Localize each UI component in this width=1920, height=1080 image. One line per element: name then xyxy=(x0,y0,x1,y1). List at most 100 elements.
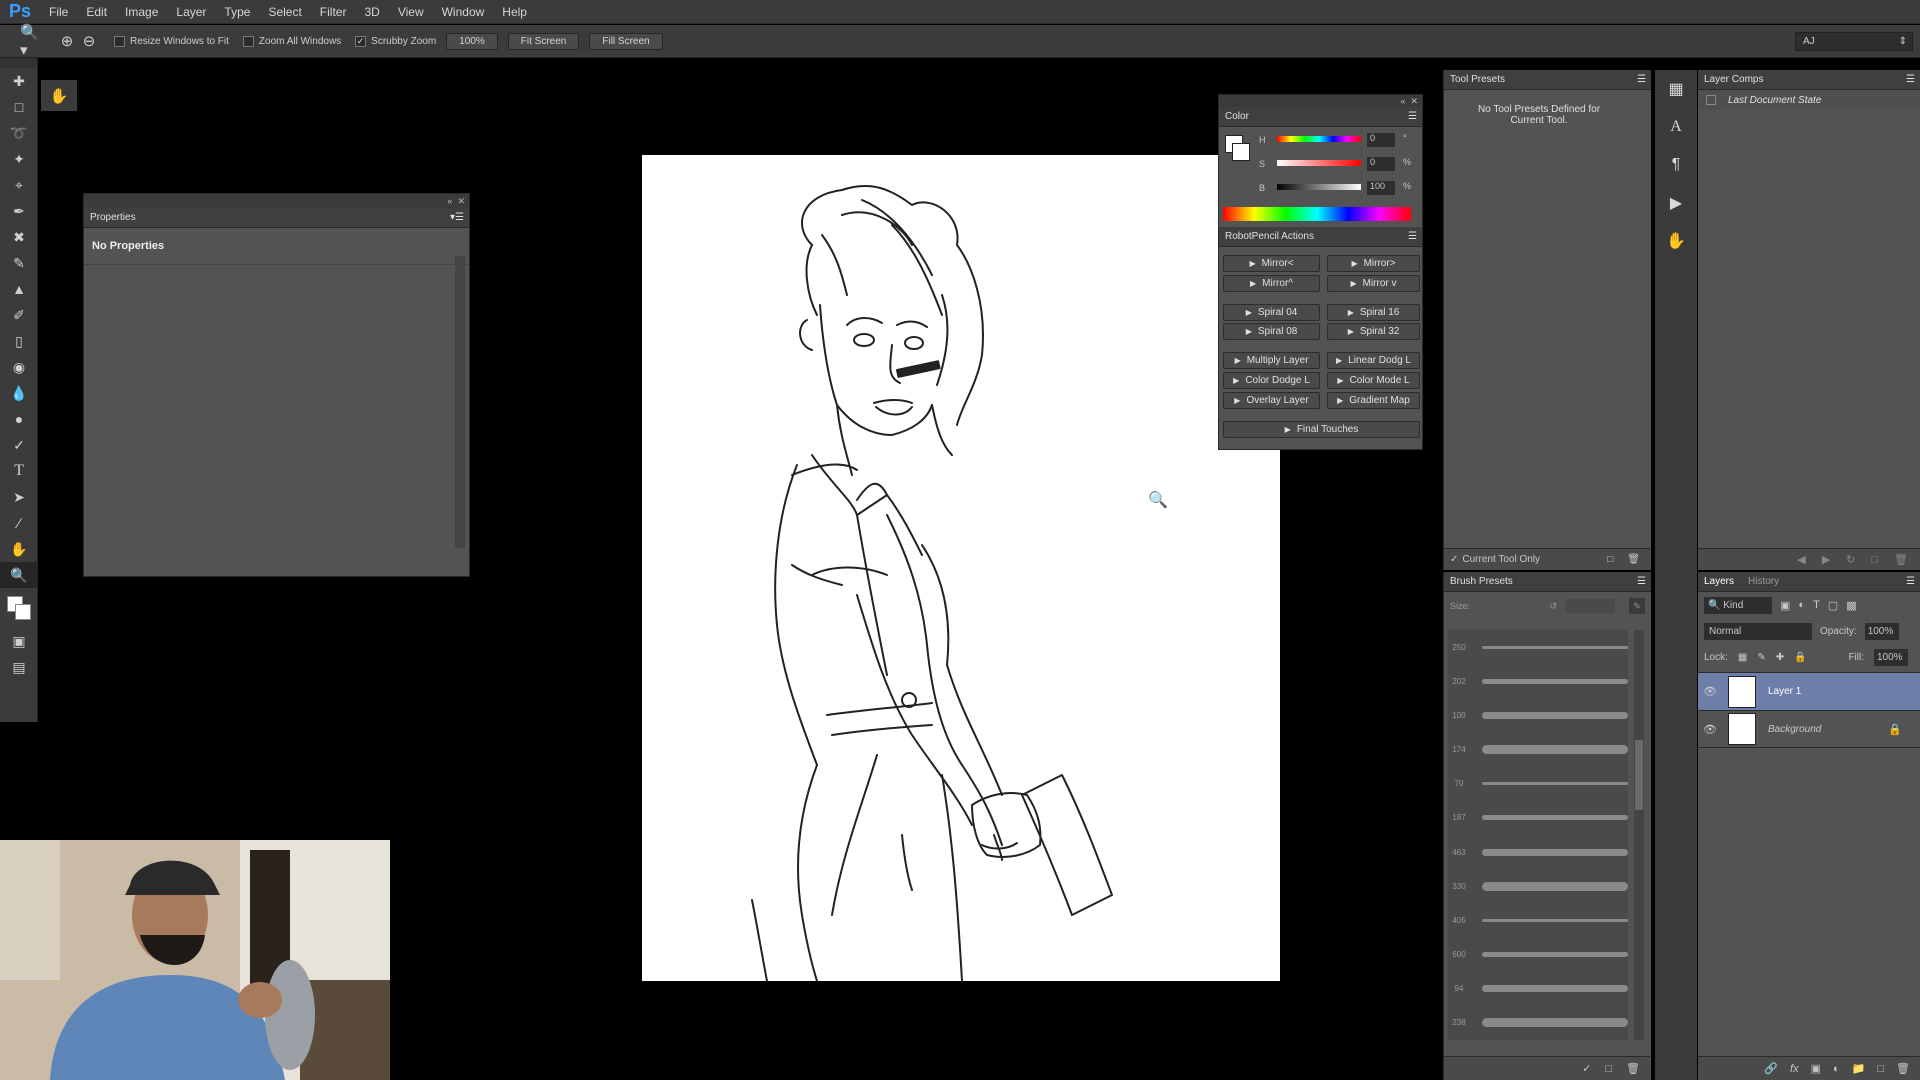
quick-mask-icon[interactable]: ▣ xyxy=(0,628,38,654)
action-overlay-layer[interactable]: ▶ Overlay Layer xyxy=(1223,392,1320,409)
collapse-icon[interactable]: « xyxy=(1400,96,1405,106)
update-comp-icon[interactable]: ↻ xyxy=(1846,553,1855,566)
visibility-eye-icon[interactable]: 👁 xyxy=(1698,685,1722,698)
pixel-filter-icon[interactable]: ▣ xyxy=(1780,599,1790,612)
opacity-field[interactable]: 100% xyxy=(1864,622,1899,640)
hand-tool-flyout-icon[interactable]: ✋ xyxy=(41,80,77,111)
fill-field[interactable]: 100% xyxy=(1874,648,1908,666)
type-tool-icon[interactable]: T xyxy=(0,458,38,484)
panel-menu-icon[interactable]: ☰ xyxy=(1637,74,1646,85)
smart-object-filter-icon[interactable]: ▩ xyxy=(1846,599,1856,612)
new-preset-icon[interactable]: □ xyxy=(1607,554,1613,565)
zoom-tool-preset-icon[interactable]: 🔍▾ xyxy=(20,24,42,59)
action-mirror-down[interactable]: ▶ Mirror v xyxy=(1327,275,1420,292)
brush-scroll-thumb[interactable] xyxy=(1635,740,1643,810)
adjustment-layer-icon[interactable]: ◐ xyxy=(1833,1063,1840,1075)
next-comp-icon[interactable]: ▶ xyxy=(1822,553,1830,566)
dodge-tool-icon[interactable]: ● xyxy=(0,406,38,432)
action-gradient-map[interactable]: ▶ Gradient Map xyxy=(1327,392,1420,409)
lasso-tool-icon[interactable]: ➰ xyxy=(0,120,38,146)
menu-edit[interactable]: Edit xyxy=(77,5,116,19)
panel-menu-icon[interactable]: ☰ xyxy=(1906,74,1915,85)
background-color-swatch[interactable] xyxy=(15,604,31,620)
add-mask-icon[interactable]: ▣ xyxy=(1811,1062,1821,1075)
brush-preset-item[interactable]: 100 xyxy=(1448,698,1628,732)
action-color-mode[interactable]: ▶ Color Mode L xyxy=(1327,372,1420,389)
hue-slider[interactable] xyxy=(1277,136,1361,142)
hand-tool-icon[interactable]: ✋ xyxy=(0,536,38,562)
layer-comp-item[interactable]: Last Document State xyxy=(1698,90,1920,110)
action-mirror-right[interactable]: ▶ Mirror> xyxy=(1327,255,1420,272)
move-tool-icon[interactable]: ✚ xyxy=(0,68,38,94)
brush-preset-item[interactable]: 187 xyxy=(1448,801,1628,835)
close-icon[interactable]: ✕ xyxy=(1410,96,1418,107)
trash-icon[interactable]: 🗑 xyxy=(1627,554,1640,565)
lock-all-icon[interactable]: 🔒 xyxy=(1794,652,1806,663)
close-icon[interactable]: ✕ xyxy=(457,196,465,207)
menu-layer[interactable]: Layer xyxy=(167,5,215,19)
lock-transparent-icon[interactable]: ▦ xyxy=(1738,652,1747,663)
adjustment-filter-icon[interactable]: ◐ xyxy=(1798,599,1805,611)
action-mirror-left[interactable]: ▶ Mirror< xyxy=(1223,255,1320,272)
shape-filter-icon[interactable]: ▢ xyxy=(1828,599,1838,612)
create-new-brush-icon[interactable]: □ xyxy=(1605,1063,1612,1075)
fill-screen-button[interactable]: Fill Screen xyxy=(589,32,663,50)
kind-filter-select[interactable]: 🔍 Kind xyxy=(1704,596,1772,614)
paint-bucket-icon[interactable]: ◉ xyxy=(0,354,38,380)
menu-filter[interactable]: Filter xyxy=(311,5,356,19)
tool-presets-icon[interactable]: ✋ xyxy=(1655,222,1697,260)
brush-list[interactable]: 250 202 100 174 70 187 463 330 405 600 94 238 xyxy=(1448,630,1628,1040)
lock-position-icon[interactable]: ✚ xyxy=(1776,652,1784,663)
color-ramp[interactable] xyxy=(1223,207,1411,221)
visibility-eye-icon[interactable]: 👁 xyxy=(1698,723,1722,736)
crop-tool-icon[interactable]: ⌖ xyxy=(0,172,38,198)
magic-wand-icon[interactable]: ✦ xyxy=(0,146,38,172)
eraser-icon[interactable]: ▯ xyxy=(0,328,38,354)
panel-menu-icon[interactable]: ☰ xyxy=(1408,111,1417,122)
background-color-swatch[interactable] xyxy=(1232,143,1250,161)
scrubby-zoom-checkbox[interactable]: ✓ Scrubby Zoom xyxy=(355,35,436,47)
history-brush-icon[interactable]: ✐ xyxy=(0,302,38,328)
healing-brush-icon[interactable]: ✖ xyxy=(0,224,38,250)
new-group-icon[interactable]: 📁 xyxy=(1852,1062,1866,1075)
action-mirror-up[interactable]: ▶ Mirror^ xyxy=(1223,275,1320,292)
zoom-tool-icon[interactable]: 🔍 xyxy=(0,562,38,588)
menu-3d[interactable]: 3D xyxy=(355,5,388,19)
previous-comp-icon[interactable]: ◀ xyxy=(1797,553,1805,566)
layer-name[interactable]: Layer 1 xyxy=(1768,686,1801,697)
menu-view[interactable]: View xyxy=(389,5,433,19)
reset-icon[interactable]: ↺ xyxy=(1549,601,1557,612)
brush-preset-item[interactable]: 238 xyxy=(1448,1006,1628,1040)
layer-name[interactable]: Background xyxy=(1768,724,1821,735)
menu-file[interactable]: File xyxy=(40,5,77,19)
document-canvas[interactable] xyxy=(642,155,1280,981)
zoom-100-button[interactable]: 100% xyxy=(446,32,498,50)
brightness-slider[interactable] xyxy=(1277,184,1361,190)
properties-scrollbar[interactable] xyxy=(455,256,465,548)
panel-menu-icon[interactable]: ☰ xyxy=(1637,576,1646,587)
menu-image[interactable]: Image xyxy=(116,5,167,19)
menu-type[interactable]: Type xyxy=(215,5,259,19)
link-layers-icon[interactable]: 🔗 xyxy=(1764,1062,1778,1075)
lock-image-icon[interactable]: ✎ xyxy=(1757,652,1765,663)
pen-tool-icon[interactable]: ✓ xyxy=(0,432,38,458)
tab-layers[interactable]: Layers xyxy=(1704,576,1734,587)
brush-preset-item[interactable]: 174 xyxy=(1448,733,1628,767)
brush-tool-icon[interactable]: ✎ xyxy=(0,250,38,276)
tab-history[interactable]: History xyxy=(1748,576,1779,587)
resize-windows-checkbox[interactable]: Resize Windows to Fit xyxy=(114,35,229,47)
brush-preset-item[interactable]: 600 xyxy=(1448,938,1628,972)
brush-panel-icon[interactable]: ✎ xyxy=(1629,598,1645,614)
paragraph-icon[interactable]: ¶ xyxy=(1655,146,1697,184)
hue-value[interactable]: 0 xyxy=(1367,133,1395,147)
menu-help[interactable]: Help xyxy=(493,5,536,19)
blend-mode-select[interactable]: Normal xyxy=(1704,622,1812,640)
action-spiral-32[interactable]: ▶ Spiral 32 xyxy=(1327,323,1420,340)
brush-preset-item[interactable]: 250 xyxy=(1448,630,1628,664)
panel-menu-icon[interactable]: ▾☰ xyxy=(450,212,464,223)
character-icon[interactable]: A xyxy=(1655,108,1697,146)
zoom-in-icon[interactable]: ⊕ xyxy=(56,30,78,52)
line-tool-icon[interactable]: ∕ xyxy=(0,510,38,536)
action-color-dodge[interactable]: ▶ Color Dodge L xyxy=(1223,372,1320,389)
eyedropper-icon[interactable]: ✒ xyxy=(0,198,38,224)
